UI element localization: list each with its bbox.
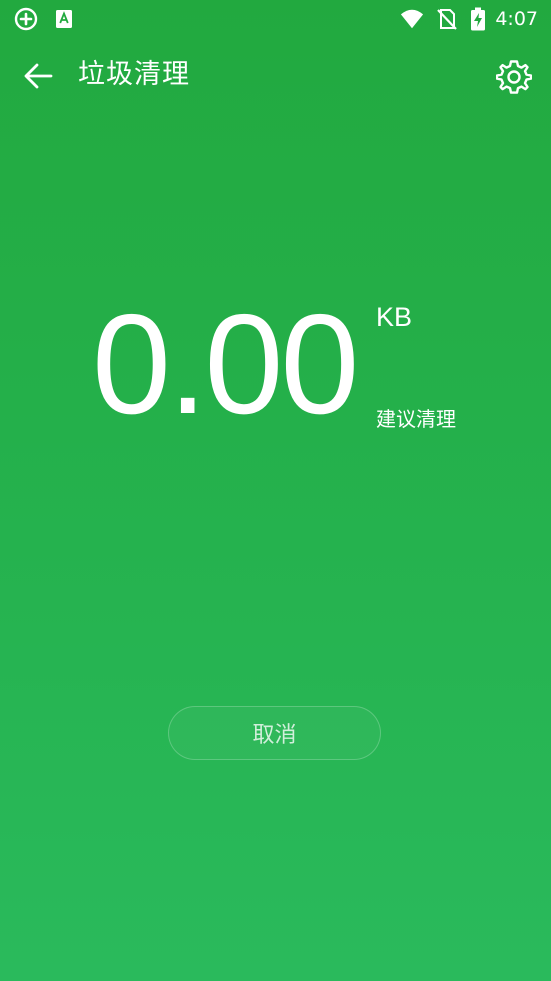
status-bar: 4:07 [0,0,551,38]
cancel-button[interactable]: 取消 [168,706,381,760]
page-title: 垃圾清理 [78,59,190,90]
wifi-icon [400,7,424,31]
a-square-icon [52,7,76,31]
arrow-back-icon [22,62,54,90]
junk-size-unit: KB [376,302,413,332]
back-button[interactable] [18,60,58,92]
status-time: 4:07 [495,8,538,30]
settings-button[interactable] [494,56,534,96]
clean-suggestion-text: 建议清理 [376,407,456,431]
app-toolbar: 垃圾清理 [0,48,551,104]
add-circle-icon [14,7,38,31]
no-sim-icon [435,7,459,31]
battery-charging-icon [466,7,490,31]
junk-clean-screen: 4:07 垃圾清理 0.00 KB 建议清理 取消 [0,0,551,981]
gear-icon [496,58,532,94]
junk-size-value: 0.00 [92,285,359,444]
